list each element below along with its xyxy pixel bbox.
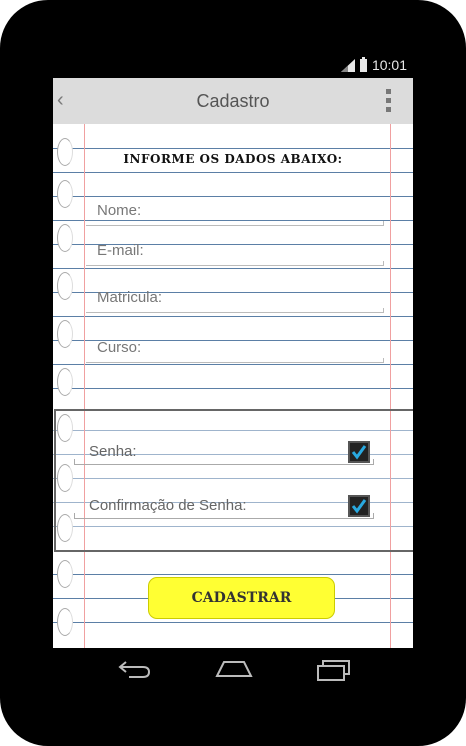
cadastrar-button[interactable]: CADASTRAR [148, 577, 335, 619]
ruled-line [53, 364, 413, 365]
signal-icon [340, 58, 355, 72]
overflow-menu-icon[interactable] [386, 89, 391, 113]
password-checkbox[interactable] [348, 441, 370, 463]
binder-hole [57, 320, 73, 348]
matricula-field[interactable]: Matricula: [86, 289, 384, 313]
app-screen: ‹ Cadastro INFORME OS DADOS ABAIXO: Nome… [53, 78, 413, 648]
password-field-label: Senha: [89, 443, 137, 460]
ruled-line [53, 574, 413, 575]
binder-hole [57, 272, 73, 300]
email-field-label: E-mail: [97, 242, 144, 259]
left-margin-line [84, 124, 85, 648]
ruled-line [53, 196, 413, 197]
battery-icon [359, 56, 367, 72]
confirm-password-field-label: Confirmação de Senha: [89, 497, 247, 514]
ruled-line [53, 172, 413, 173]
ruled-line [53, 268, 413, 269]
form-heading: INFORME OS DADOS ABAIXO: [123, 152, 343, 166]
ruled-line [53, 148, 413, 149]
curso-field-label: Curso: [97, 339, 142, 356]
status-bar: 10:01 [53, 54, 413, 78]
binder-hole [57, 608, 73, 636]
back-icon[interactable] [117, 658, 153, 680]
name-field[interactable]: Nome: [86, 202, 384, 226]
password-field[interactable]: Senha: [74, 441, 374, 465]
binder-hole [57, 560, 73, 588]
system-navigation-bar [53, 648, 413, 694]
binder-hole [57, 180, 73, 208]
confirm-password-checkbox[interactable] [348, 495, 370, 517]
name-field-label: Nome: [97, 202, 142, 219]
matricula-field-label: Matricula: [97, 289, 163, 306]
binder-hole [57, 368, 73, 396]
right-margin-line [390, 124, 391, 648]
ruled-line [53, 388, 413, 389]
checkmark-icon [351, 499, 367, 514]
notebook-paper-background: INFORME OS DADOS ABAIXO: Nome: E-mail: M… [53, 124, 413, 648]
recents-icon[interactable] [315, 658, 351, 682]
checkmark-icon [351, 445, 367, 460]
binder-hole [57, 224, 73, 252]
phone-frame: 10:01 ‹ Cadastro INFORME OS DADOS ABAIXO… [0, 0, 466, 746]
action-bar: ‹ Cadastro [53, 78, 413, 124]
ruled-line [53, 622, 413, 623]
email-field[interactable]: E-mail: [86, 242, 384, 266]
password-section: Senha: Confirmação de Senha: [54, 409, 413, 552]
status-time: 10:01 [371, 57, 407, 73]
confirm-password-field[interactable]: Confirmação de Senha: [74, 495, 374, 519]
curso-field[interactable]: Curso: [86, 339, 384, 363]
home-icon[interactable] [215, 658, 253, 680]
ruled-line [53, 316, 413, 317]
page-title: Cadastro [196, 91, 270, 111]
